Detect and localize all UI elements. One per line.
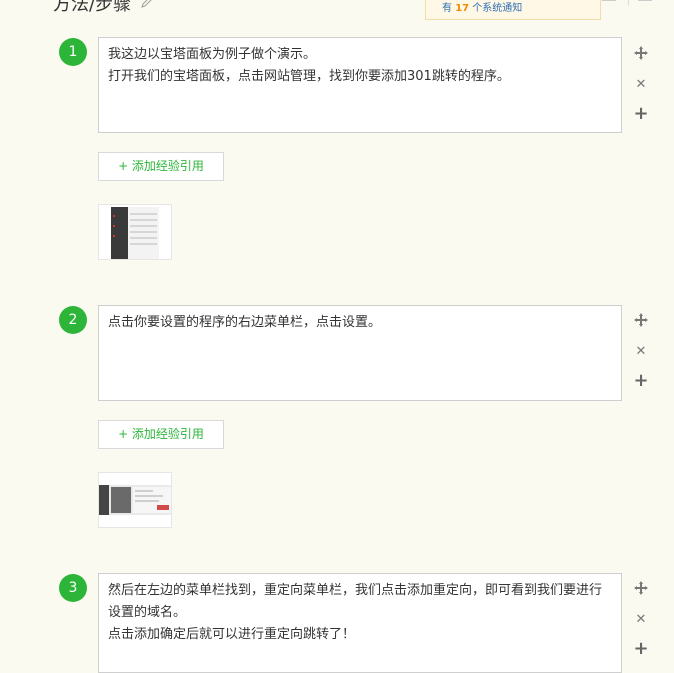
step-text-editor[interactable]: 然后在左边的菜单栏找到，重定向菜单栏，我们点击添加重定向，即可看到我们要进行设置… xyxy=(98,573,622,673)
system-notification[interactable]: 有 17 个系统通知 xyxy=(425,0,601,20)
step-number: 3 xyxy=(59,574,87,602)
divider xyxy=(602,0,616,1)
menu-icon[interactable] xyxy=(638,0,652,1)
plus-icon[interactable]: + xyxy=(630,370,652,392)
section-heading: 方法/步骤 xyxy=(53,0,153,16)
step-tools: ✕ + xyxy=(630,580,652,667)
move-icon[interactable] xyxy=(630,45,652,67)
step-text-line: 然后在左边的菜单栏找到，重定向菜单栏，我们点击添加重定向，即可看到我们要进行设置… xyxy=(108,583,603,620)
plus-icon[interactable]: + xyxy=(630,638,652,660)
add-reference-button[interactable]: + 添加经验引用 xyxy=(98,420,224,449)
step-text-editor[interactable]: 点击你要设置的程序的右边菜单栏，点击设置。 xyxy=(98,305,622,401)
close-icon[interactable]: ✕ xyxy=(630,609,652,631)
plus-icon[interactable]: + xyxy=(630,103,652,125)
close-icon[interactable]: ✕ xyxy=(630,74,652,96)
pencil-icon[interactable] xyxy=(141,0,153,12)
add-reference-button[interactable]: + 添加经验引用 xyxy=(98,152,224,181)
step-text-editor[interactable]: 我这边以宝塔面板为例子做个演示。 打开我们的宝塔面板，点击网站管理，找到你要添加… xyxy=(98,37,622,133)
section-title: 方法/步骤 xyxy=(53,0,132,15)
step-tools: ✕ + xyxy=(630,312,652,399)
divider xyxy=(628,0,629,6)
toolbar-fragment xyxy=(600,0,660,10)
step-number: 1 xyxy=(59,38,87,66)
move-icon[interactable] xyxy=(630,580,652,602)
close-icon[interactable]: ✕ xyxy=(630,341,652,363)
step-tools: ✕ + xyxy=(630,45,652,132)
step-text-line: 打开我们的宝塔面板，点击网站管理，找到你要添加301跳转的程序。 xyxy=(108,69,510,84)
step-number: 2 xyxy=(59,306,87,334)
step-text-line: 我这边以宝塔面板为例子做个演示。 xyxy=(108,47,317,62)
move-icon[interactable] xyxy=(630,312,652,334)
notification-count: 17 xyxy=(455,3,470,14)
step-text-line: 点击添加确定后就可以进行重定向跳转了！ xyxy=(108,627,356,642)
notification-suffix: 个系统通知 xyxy=(472,3,523,14)
notification-prefix: 有 xyxy=(442,3,452,14)
step-text-line: 点击你要设置的程序的右边菜单栏，点击设置。 xyxy=(108,315,382,330)
step-image-thumbnail[interactable] xyxy=(98,204,172,260)
step-image-thumbnail[interactable] xyxy=(98,472,172,528)
